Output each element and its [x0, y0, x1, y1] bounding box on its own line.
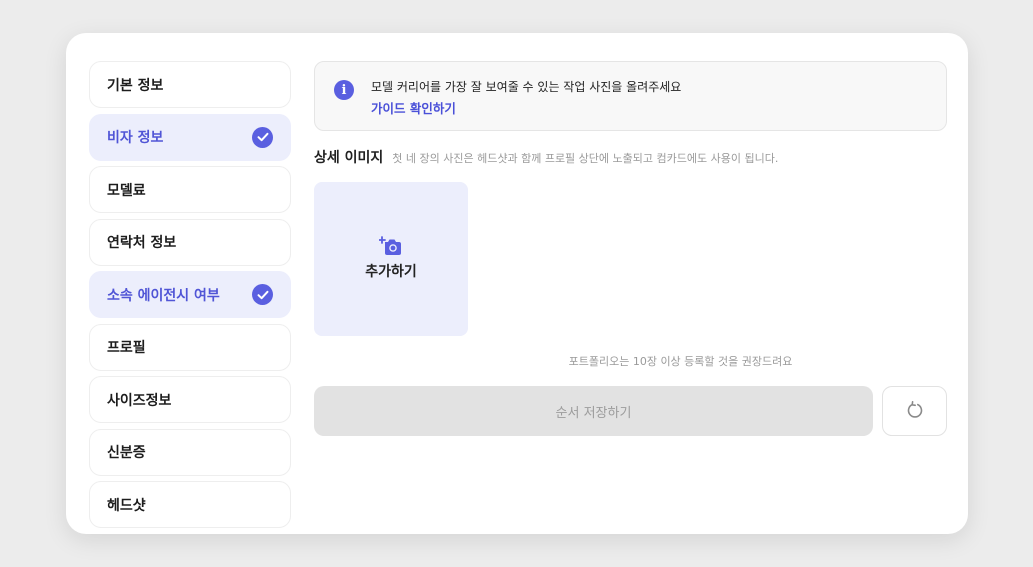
camera-plus-icon [378, 236, 403, 260]
check-circle-icon [252, 126, 273, 148]
add-image-button[interactable]: 추가하기 [314, 182, 468, 336]
notice-message: 모델 커리어를 가장 잘 보여줄 수 있는 작업 사진을 올려주세요 [371, 80, 682, 94]
sidebar-item-label: 헤드샷 [107, 497, 146, 514]
sidebar-item-id-card[interactable]: 신분증 [89, 428, 291, 476]
sidebar-item-label: 모델료 [107, 182, 146, 199]
action-bar: 순서 저장하기 [314, 386, 947, 436]
add-image-label: 추가하기 [365, 264, 417, 280]
profile-editor-card: 기본 정보 비자 정보 모델료 연락처 정보 소속 에이전시 여부 프로필 사이… [66, 33, 968, 534]
sidebar-item-label: 신분증 [107, 445, 146, 461]
refresh-icon [905, 400, 925, 423]
section-description: 첫 네 장의 사진은 헤드샷과 함께 프로필 상단에 노출되고 컴카드에도 사용… [392, 152, 779, 165]
section-title: 상세 이미지 [314, 150, 384, 166]
sidebar-item-model-fee[interactable]: 모델료 [89, 166, 291, 213]
sidebar-item-agency[interactable]: 소속 에이전시 여부 [89, 271, 291, 318]
sidebar-item-label: 기본 정보 [107, 77, 164, 94]
sidebar-item-label: 비자 정보 [107, 130, 164, 146]
portfolio-hint: 포트폴리오는 10장 이상 등록할 것을 권장드려요 [314, 353, 947, 369]
sidebar-item-contact-info[interactable]: 연락처 정보 [89, 218, 291, 266]
sidebar-item-label: 연락처 정보 [107, 235, 177, 251]
sidebar-item-label: 사이즈정보 [107, 392, 172, 409]
sidebar-item-profile[interactable]: 프로필 [89, 323, 291, 371]
info-notice: i 모델 커리어를 가장 잘 보여줄 수 있는 작업 사진을 올려주세요 가이드… [314, 61, 947, 131]
section-header: 상세 이미지 첫 네 장의 사진은 헤드샷과 함께 프로필 상단에 노출되고 컴… [314, 147, 947, 167]
sidebar-item-label: 프로필 [107, 340, 146, 356]
portfolio-hint-text: 포트폴리오는 10장 이상 등록할 것을 권장드려요 [568, 355, 793, 368]
guide-link[interactable]: 가이드 확인하기 [371, 98, 456, 117]
sidebar-item-headshot[interactable]: 헤드샷 [89, 481, 291, 528]
sidebar: 기본 정보 비자 정보 모델료 연락처 정보 소속 에이전시 여부 프로필 사이… [89, 61, 291, 534]
sidebar-item-size-info[interactable]: 사이즈정보 [89, 376, 291, 423]
sidebar-item-label: 소속 에이전시 여부 [107, 287, 220, 304]
info-icon: i [334, 80, 354, 100]
refresh-button[interactable] [882, 386, 947, 436]
main-content: i 모델 커리어를 가장 잘 보여줄 수 있는 작업 사진을 올려주세요 가이드… [314, 61, 947, 436]
sidebar-item-visa-info[interactable]: 비자 정보 [89, 113, 291, 161]
sidebar-item-basic-info[interactable]: 기본 정보 [89, 61, 291, 108]
check-circle-icon [252, 284, 273, 305]
save-order-button[interactable]: 순서 저장하기 [314, 386, 873, 436]
